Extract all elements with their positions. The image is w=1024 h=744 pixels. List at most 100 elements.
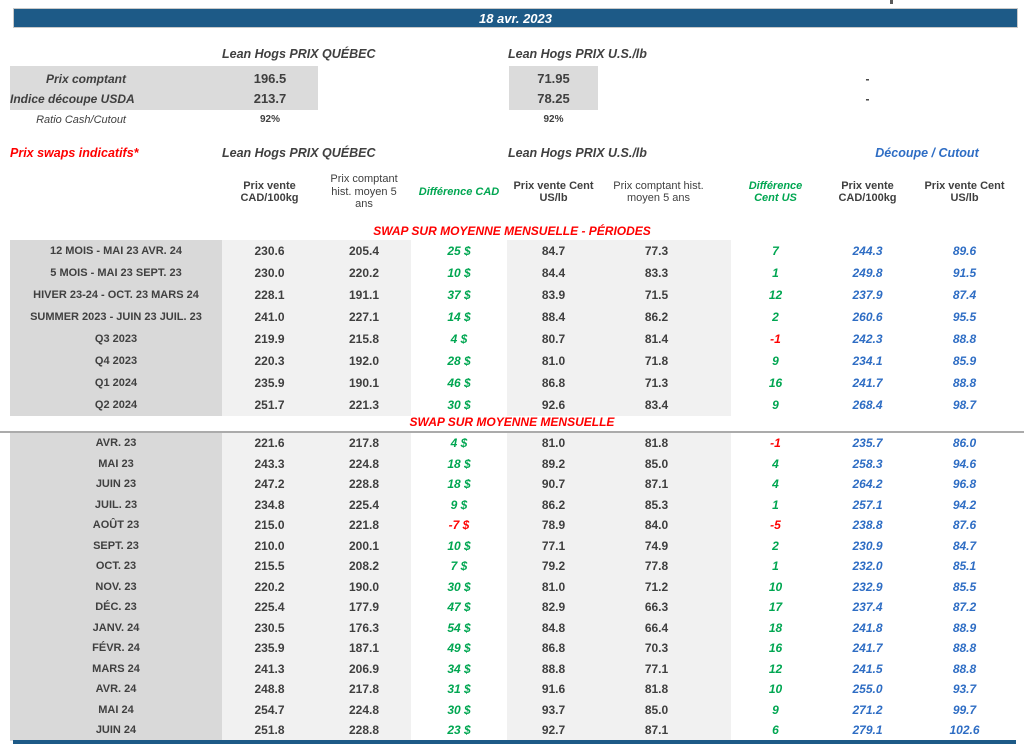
qc-hist-avg: 217.8 <box>317 433 411 454</box>
qc-sale-price: 235.9 <box>222 638 317 659</box>
qc-sale-price: 228.1 <box>222 283 317 306</box>
swaps-quebec-header: Lean Hogs PRIX QUÉBEC <box>222 146 376 160</box>
qc-sale-price: 251.8 <box>222 720 317 741</box>
cad-difference: 46 $ <box>447 375 471 390</box>
table-row: JUIN 23 247.2 228.8 18 $ 90.7 87.1 4 264.2 96.8 <box>10 474 1014 495</box>
qc-sale-price: 230.0 <box>222 261 317 284</box>
us-hist-avg: 77.1 <box>600 658 731 679</box>
table-row: SUMMER 2023 - JUIN 23 JUIL. 23 241.0 227.1… <box>10 305 1014 328</box>
cutout-us-price: 88.9 <box>952 620 977 635</box>
period-label: AOÛT 23 <box>10 515 222 536</box>
us-difference: 17 <box>768 600 783 615</box>
qc-hist-avg: 190.0 <box>317 576 411 597</box>
cad-difference: 23 $ <box>447 723 471 738</box>
qc-hist-avg: 191.1 <box>317 283 411 306</box>
cutout-us-price: 102.6 <box>949 723 980 738</box>
us-hist-avg: 77.3 <box>600 240 731 262</box>
periods-table: 12 MOIS - MAI 23 AVR. 24 230.6 205.4 25 $ 84… <box>10 240 1014 416</box>
period-label: SEPT. 23 <box>10 535 222 556</box>
period-label: NOV. 23 <box>10 576 222 597</box>
spot-row-label: Prix comptant <box>45 72 126 86</box>
column-header-us-diff: Différence Cent US <box>748 179 803 205</box>
qc-sale-price: 220.3 <box>222 349 317 372</box>
qc-hist-avg: 221.8 <box>317 515 411 536</box>
cutout-us-price: 85.1 <box>952 559 977 574</box>
period-label: JANV. 24 <box>10 617 222 638</box>
us-sale-price: 81.0 <box>507 576 600 597</box>
cutout-us-price: 89.6 <box>952 243 977 258</box>
qc-hist-avg: 217.8 <box>317 679 411 700</box>
table-row: OCT. 23 215.5 208.2 7 $ 79.2 77.8 1 232.0 85.1 <box>10 556 1014 577</box>
period-label: 12 MOIS - MAI 23 AVR. 24 <box>10 240 222 262</box>
cutout-cad-price: 241.7 <box>852 375 883 390</box>
table-row: AVR. 23 221.6 217.8 4 $ 81.0 81.8 -1 235.7 86.0 <box>10 433 1014 454</box>
table-row: JUIL. 23 234.8 225.4 9 $ 86.2 85.3 1 257.1 94.2 <box>10 494 1014 515</box>
cutout-cad-price: 235.7 <box>852 436 883 451</box>
period-label: OCT. 23 <box>10 556 222 577</box>
period-label: DÉC. 23 <box>10 597 222 618</box>
us-difference: 4 <box>772 456 779 471</box>
us-sale-price: 91.6 <box>507 679 600 700</box>
cad-difference: 10 $ <box>447 265 471 280</box>
qc-hist-avg: 176.3 <box>317 617 411 638</box>
period-label: AVR. 23 <box>10 433 222 454</box>
us-difference: 9 <box>772 353 779 368</box>
us-difference: 2 <box>772 538 779 553</box>
column-header-cutout-cad: Prix vente CAD/100kg <box>838 179 897 205</box>
us-hist-avg: 87.1 <box>600 720 731 741</box>
table-row: AOÛT 23 215.0 221.8 -7 $ 78.9 84.0 -5 238.8 87.6 <box>10 515 1014 536</box>
spot-us-value: 78.25 <box>537 91 570 106</box>
cad-difference: 54 $ <box>447 620 471 635</box>
us-hist-avg: 66.3 <box>600 597 731 618</box>
cad-difference: 30 $ <box>447 702 471 717</box>
table-row: JUIN 24 251.8 228.8 23 $ 92.7 87.1 6 279.1 102.6 <box>10 720 1014 741</box>
spot-quebec-value: 213.7 <box>253 91 287 106</box>
cutout-cad-price: 234.1 <box>852 353 883 368</box>
qc-sale-price: 230.6 <box>222 240 317 262</box>
qc-hist-avg: 220.2 <box>317 261 411 284</box>
hog-price-report: 18 avr. 2023 Lean Hogs PRIX QUÉBEC Lean … <box>0 0 1024 744</box>
period-label: Q3 2023 <box>10 327 222 350</box>
qc-hist-avg: 224.8 <box>317 699 411 720</box>
column-header-cad-diff: Différence CAD <box>418 185 500 198</box>
spot-cutout-empty: - <box>865 92 870 106</box>
table-row: MAI 23 243.3 224.8 18 $ 89.2 85.0 4 258.3 94.6 <box>10 453 1014 474</box>
us-sale-price: 83.9 <box>507 283 600 306</box>
period-label: Q1 2024 <box>10 371 222 394</box>
us-sale-price: 80.7 <box>507 327 600 350</box>
qc-hist-avg: 190.1 <box>317 371 411 394</box>
cutout-group-header: Découpe / Cutout <box>875 146 979 160</box>
cad-difference: 30 $ <box>447 579 471 594</box>
cutout-cad-price: 237.9 <box>852 287 883 302</box>
period-label: Q2 2024 <box>10 393 222 416</box>
table-row: Q2 2024 251.7 221.3 30 $ 92.6 83.4 9 268.4 98.7 <box>10 393 1014 416</box>
cad-difference: 10 $ <box>447 538 471 553</box>
swaps-title: Prix swaps indicatifs* <box>10 146 139 160</box>
spot-row-label: Indice découpe USDA <box>10 92 135 106</box>
period-label: AVR. 24 <box>10 679 222 700</box>
qc-sale-price: 221.6 <box>222 433 317 454</box>
table-row: 5 MOIS - MAI 23 SEPT. 23 230.0 220.2 10 $ 84… <box>10 261 1014 284</box>
cad-difference: 14 $ <box>447 309 471 324</box>
us-difference: 7 <box>772 243 779 258</box>
us-hist-avg: 71.5 <box>600 283 731 306</box>
column-header-qc-sale: Prix vente CAD/100kg <box>240 179 299 205</box>
us-sale-price: 92.6 <box>507 393 600 416</box>
us-hist-avg: 71.2 <box>600 576 731 597</box>
cutout-cad-price: 258.3 <box>852 456 883 471</box>
us-hist-avg: 81.8 <box>600 433 731 454</box>
us-hist-avg: 85.0 <box>600 699 731 720</box>
period-label: SUMMER 2023 - JUIN 23 JUIL. 23 <box>10 305 222 328</box>
cutout-us-price: 95.5 <box>952 309 977 324</box>
table-row: DÉC. 23 225.4 177.9 47 $ 82.9 66.3 17 237.4 87.2 <box>10 597 1014 618</box>
us-difference: 1 <box>772 559 779 574</box>
column-header-row: Prix vente CAD/100kg Prix comptant hist.… <box>10 168 1014 216</box>
qc-hist-avg: 225.4 <box>317 494 411 515</box>
qc-sale-price: 254.7 <box>222 699 317 720</box>
qc-hist-avg: 215.8 <box>317 327 411 350</box>
us-difference: 10 <box>768 682 783 697</box>
column-header-qc-hist: Prix comptant hist. moyen 5 ans <box>330 173 398 211</box>
cad-difference: 47 $ <box>447 600 471 615</box>
cutout-cad-price: 242.3 <box>852 331 883 346</box>
cutout-us-price: 98.7 <box>952 397 977 412</box>
